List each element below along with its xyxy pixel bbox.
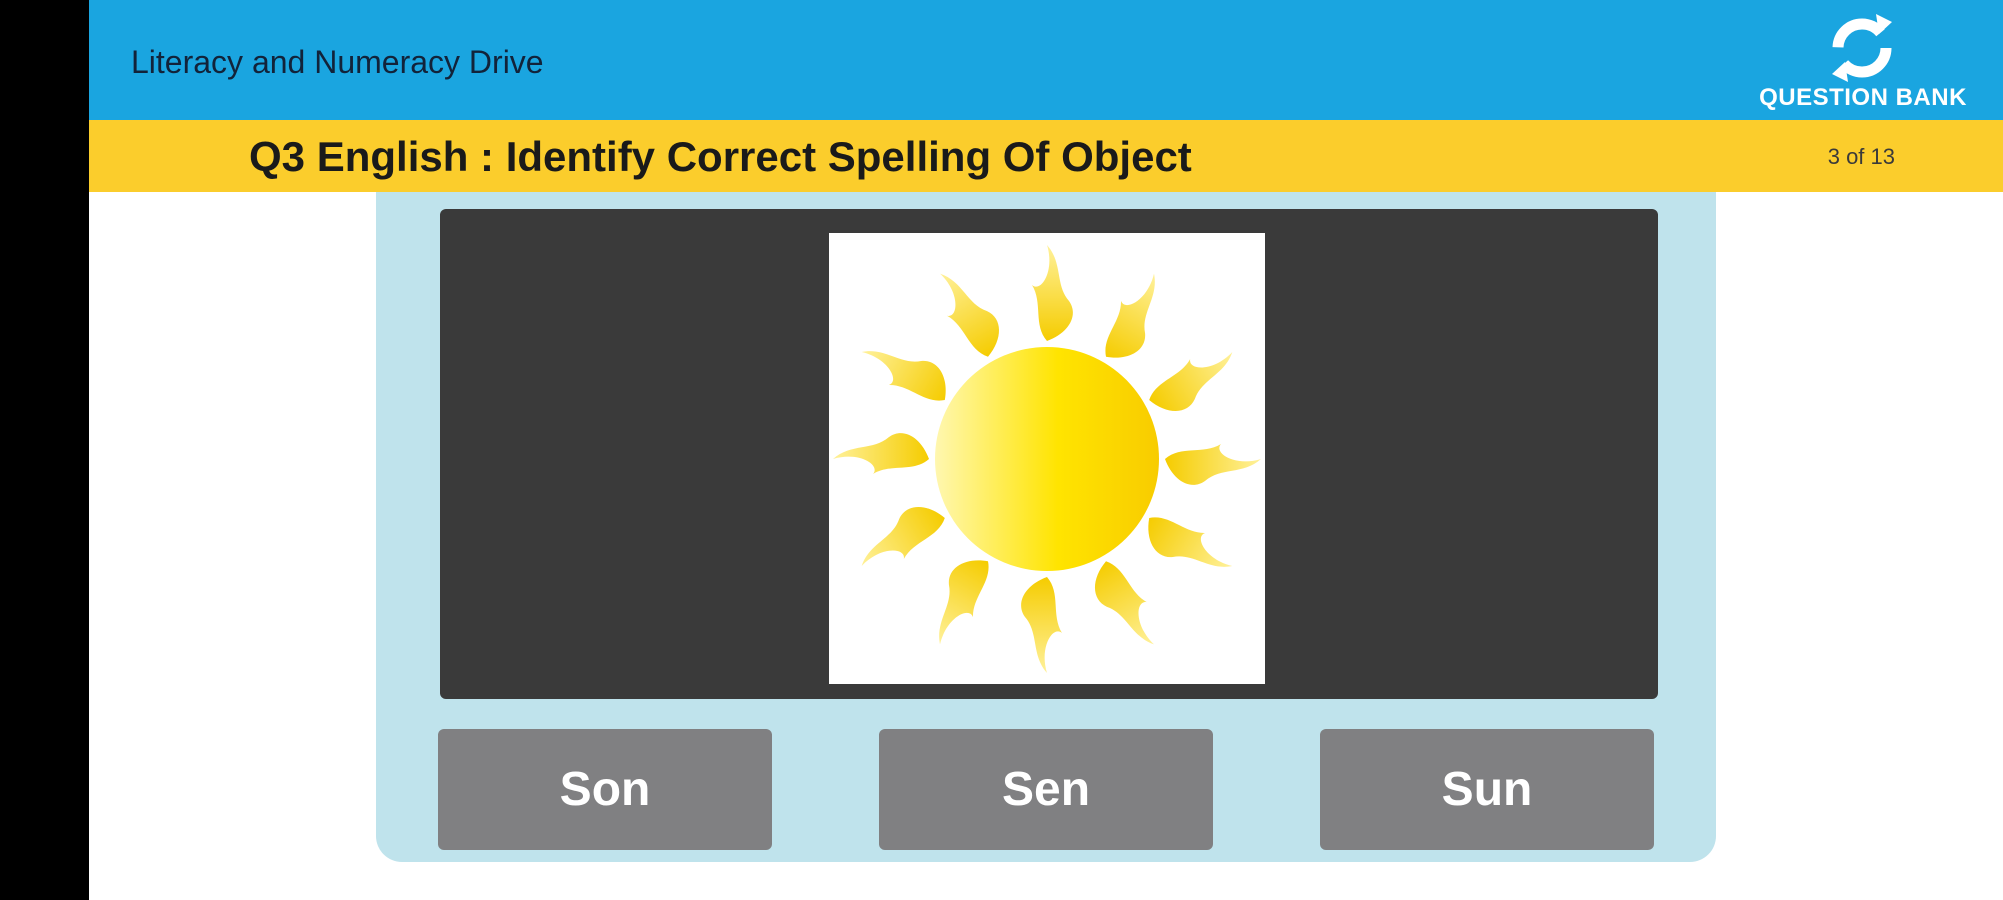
- sun-illustration: [833, 245, 1261, 673]
- question-progress: 3 of 13: [1827, 144, 1895, 169]
- refresh-cycle-icon: [1832, 14, 1892, 82]
- answer-option-sun[interactable]: Sun: [1320, 729, 1654, 850]
- question-bank-logo[interactable]: QUESTION BANK: [1753, 10, 1973, 112]
- question-image-frame: [440, 209, 1658, 699]
- answer-option-sen[interactable]: Sen: [879, 729, 1213, 850]
- logo-text: QUESTION BANK: [1759, 84, 1967, 111]
- sun-disc: [935, 347, 1159, 571]
- app-header: Literacy and Numeracy Drive QUESTION BAN…: [89, 0, 2003, 120]
- question-title: Q3 English : Identify Correct Spelling O…: [249, 133, 1192, 180]
- question-card: Son Sen Sun: [376, 192, 1716, 862]
- left-edge-strip: [0, 0, 89, 900]
- app-title: Literacy and Numeracy Drive: [131, 44, 544, 80]
- sun-image: [829, 233, 1265, 684]
- answer-option-son[interactable]: Son: [438, 729, 772, 850]
- question-header: Q3 English : Identify Correct Spelling O…: [89, 120, 2003, 192]
